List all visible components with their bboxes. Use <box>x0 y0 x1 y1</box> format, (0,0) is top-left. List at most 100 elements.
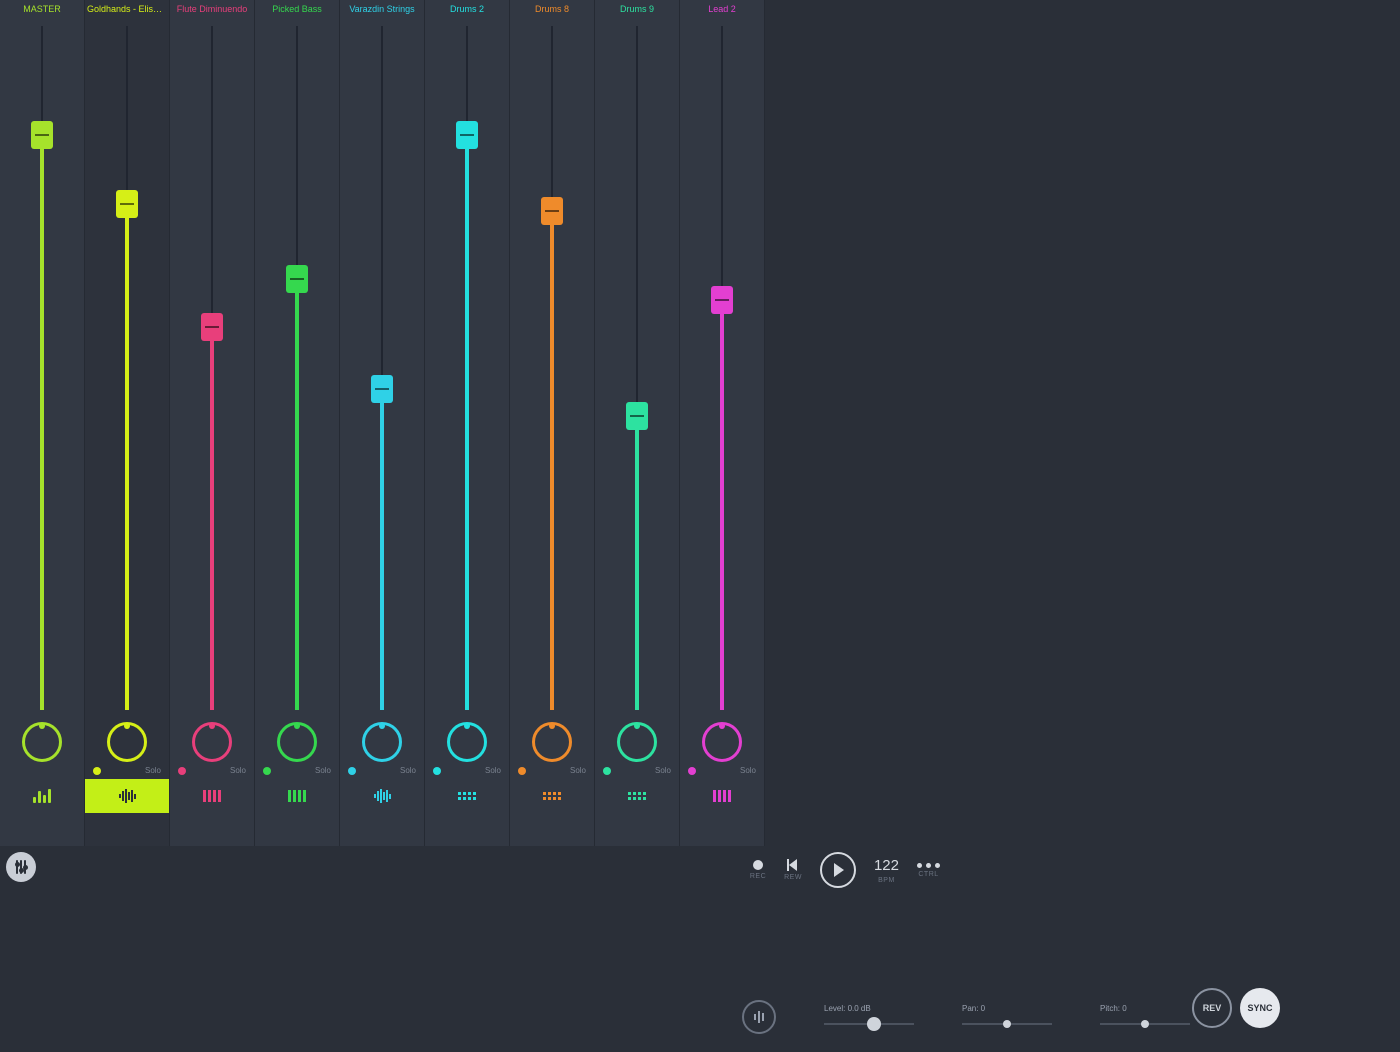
more-icon <box>917 863 940 868</box>
solo-button[interactable]: Solo <box>145 766 161 775</box>
channel-strip-8: Lead 2 Solo <box>680 0 765 846</box>
channel-name[interactable]: Picked Bass <box>255 0 339 18</box>
mute-button[interactable] <box>603 767 611 775</box>
mute-button[interactable] <box>93 767 101 775</box>
mute-solo-row: Solo <box>85 762 169 779</box>
pan-knob[interactable] <box>447 722 487 762</box>
channel-icon-button[interactable] <box>170 779 254 813</box>
pan-control: Pan: 0 <box>962 1004 1052 1031</box>
channel-strip-1: Goldhands - Elisa (...ocal) Solo <box>85 0 170 846</box>
record-button[interactable]: REC <box>750 860 766 880</box>
pan-knob[interactable] <box>107 722 147 762</box>
solo-button[interactable]: Solo <box>740 766 756 775</box>
ctrl-menu-button[interactable]: CTRL <box>917 863 940 878</box>
channel-name[interactable]: Goldhands - Elisa (...ocal) <box>85 0 169 18</box>
waveform-button[interactable] <box>742 1000 776 1034</box>
mute-button[interactable] <box>518 767 526 775</box>
pan-label: Pan: 0 <box>962 1004 985 1013</box>
mute-button[interactable] <box>178 767 186 775</box>
mixer-panel: MASTER Goldhands - Elisa (...ocal) <box>0 0 1400 846</box>
mixer-settings-button[interactable] <box>6 852 36 882</box>
solo-button[interactable]: Solo <box>570 766 586 775</box>
channel-icon-button[interactable] <box>510 779 594 813</box>
rewind-label: REW <box>784 874 802 881</box>
pan-knob[interactable] <box>277 722 317 762</box>
pan-knob[interactable] <box>22 722 62 762</box>
fader[interactable] <box>510 18 594 718</box>
mute-solo-row: Solo <box>680 762 764 779</box>
app-root: MASTER Goldhands - Elisa (...ocal) <box>0 0 1400 1052</box>
pitch-label: Pitch: 0 <box>1100 1004 1127 1013</box>
pan-knob[interactable] <box>192 722 232 762</box>
reverse-button[interactable]: REV <box>1192 988 1232 1028</box>
channel-icon-button[interactable] <box>255 779 339 813</box>
bpm-display[interactable]: 122 BPM <box>874 857 899 884</box>
fader[interactable] <box>340 18 424 718</box>
mute-button[interactable] <box>348 767 356 775</box>
channel-icon-button[interactable] <box>340 779 424 813</box>
channel-icon-button[interactable] <box>680 779 764 813</box>
fader[interactable] <box>170 18 254 718</box>
pitch-slider[interactable] <box>1100 1017 1190 1031</box>
rewind-button[interactable]: REW <box>784 859 802 881</box>
pan-slider[interactable] <box>962 1017 1052 1031</box>
fader[interactable] <box>85 18 169 718</box>
pan-knob[interactable] <box>362 722 402 762</box>
level-label: Level: 0.0 dB <box>824 1004 871 1013</box>
channel-name[interactable]: Lead 2 <box>680 0 764 18</box>
pan-knob[interactable] <box>532 722 572 762</box>
fader[interactable] <box>0 18 84 718</box>
mute-solo-row: Solo <box>510 762 594 779</box>
channel-icon-button[interactable] <box>425 779 509 813</box>
channel-name[interactable]: Varazdin Strings <box>340 0 424 18</box>
solo-button[interactable]: Solo <box>315 766 331 775</box>
mute-solo-row: Solo <box>255 762 339 779</box>
channel-name[interactable]: MASTER <box>0 0 84 18</box>
play-button[interactable] <box>820 852 856 888</box>
pan-knob[interactable] <box>702 722 742 762</box>
solo-button[interactable]: Solo <box>230 766 246 775</box>
wave-icon <box>758 1011 760 1023</box>
ctrl-label: CTRL <box>918 871 938 878</box>
pan-knob[interactable] <box>617 722 657 762</box>
solo-button[interactable]: Solo <box>400 766 416 775</box>
mute-solo-row: Solo <box>595 762 679 779</box>
fader[interactable] <box>680 18 764 718</box>
bpm-value: 122 <box>874 857 899 874</box>
channel-name[interactable]: Drums 9 <box>595 0 679 18</box>
mute-button[interactable] <box>263 767 271 775</box>
fader[interactable] <box>425 18 509 718</box>
channel-name[interactable]: Drums 8 <box>510 0 594 18</box>
bottom-panel: REC REW 122 BPM CTRL <box>0 846 1400 1052</box>
track-params: Level: 0.0 dB Pan: 0 Pitch: 0 <box>742 1000 1190 1034</box>
bpm-label: BPM <box>878 877 895 884</box>
fader[interactable] <box>255 18 339 718</box>
channel-strip-0: MASTER <box>0 0 85 846</box>
sliders-icon <box>20 860 22 874</box>
mute-button[interactable] <box>688 767 696 775</box>
channel-icon-button[interactable] <box>595 779 679 813</box>
channel-strip-7: Drums 9 Solo <box>595 0 680 846</box>
mute-button[interactable] <box>433 767 441 775</box>
channel-name[interactable]: Flute Diminuendo <box>170 0 254 18</box>
mute-solo-row: Solo <box>170 762 254 779</box>
solo-button[interactable]: Solo <box>655 766 671 775</box>
channel-strip-2: Flute Diminuendo Solo <box>170 0 255 846</box>
record-icon <box>753 860 763 870</box>
level-control: Level: 0.0 dB <box>824 1004 914 1031</box>
channel-icon-button[interactable] <box>85 779 169 813</box>
level-slider[interactable] <box>824 1017 914 1031</box>
fader[interactable] <box>595 18 679 718</box>
sync-button[interactable]: SYNC <box>1240 988 1280 1028</box>
play-icon <box>820 852 856 888</box>
channel-strip-4: Varazdin Strings Solo <box>340 0 425 846</box>
pitch-control: Pitch: 0 <box>1100 1004 1190 1031</box>
mute-solo-row: Solo <box>340 762 424 779</box>
channel-icon-button[interactable] <box>0 778 84 812</box>
solo-button[interactable]: Solo <box>485 766 501 775</box>
sliders-icon <box>16 860 18 874</box>
rewind-icon <box>789 859 797 871</box>
channel-name[interactable]: Drums 2 <box>425 0 509 18</box>
mute-solo-row: Solo <box>425 762 509 779</box>
wave-icon <box>754 1014 756 1020</box>
